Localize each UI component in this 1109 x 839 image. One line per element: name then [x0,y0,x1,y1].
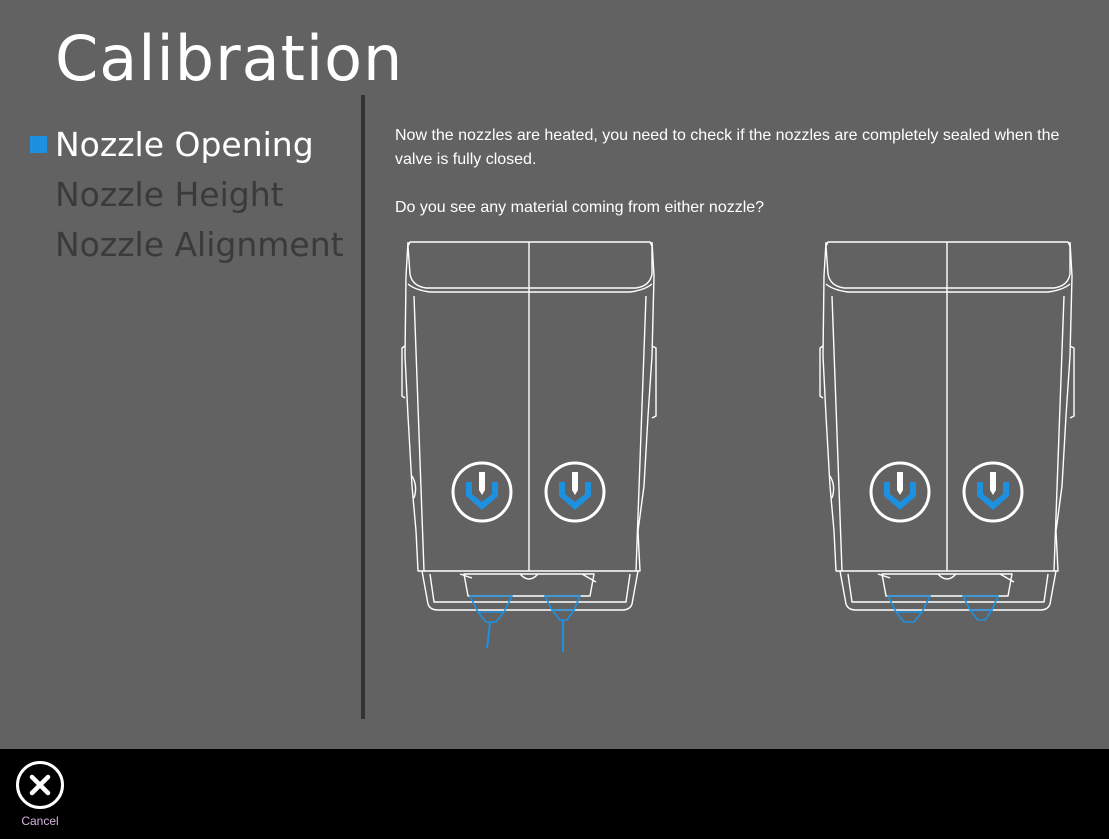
instruction-text: Now the nozzles are heated, you need to … [395,127,1060,168]
footer-bar: Cancel [0,749,1109,839]
active-step-marker [30,136,47,153]
instruction-question: Do you see any material coming from eith… [395,199,765,216]
instructions: Now the nozzles are heated, you need to … [395,124,1085,220]
cancel-button[interactable]: Cancel [10,761,70,833]
vertical-divider [361,95,365,719]
step-nozzle-alignment: Nozzle Alignment [30,222,344,272]
step-label: Nozzle Opening [55,125,314,164]
cancel-label: Cancel [21,814,59,828]
close-icon [16,761,64,809]
printhead-with-leaking-nozzles-icon [401,241,657,652]
step-label: Nozzle Height [55,175,284,214]
material-leaking-option[interactable] [400,236,662,656]
page-title: Calibration [55,22,404,95]
no-material-option[interactable] [818,236,1080,656]
calibration-screen: Calibration Nozzle Opening Nozzle Height… [0,0,1109,839]
step-label: Nozzle Alignment [55,225,344,264]
step-nozzle-opening: Nozzle Opening [30,122,344,172]
calibration-steps: Nozzle Opening Nozzle Height Nozzle Alig… [30,122,344,272]
printhead-sealed-nozzles-icon [819,241,1075,623]
step-nozzle-height: Nozzle Height [30,172,344,222]
